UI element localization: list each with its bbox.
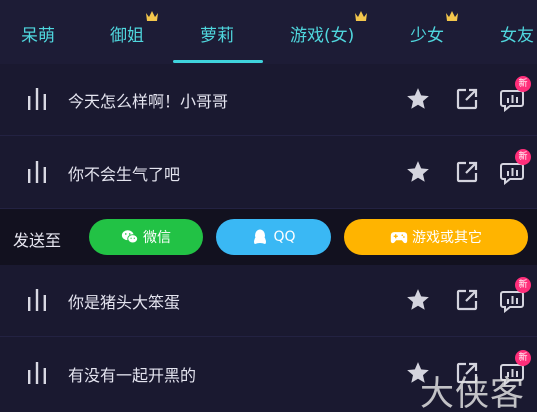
tab-nvyou[interactable]: 女友 [500,21,534,46]
new-badge: 新 [515,149,531,165]
tab-label: 呆萌 [21,26,55,46]
tab-youxi-nv[interactable]: 游戏(女) [290,11,367,46]
new-badge: 新 [515,277,531,293]
share-icon[interactable] [455,160,479,184]
wechat-icon [121,230,139,244]
tab-label: 游戏(女) [290,26,355,46]
send-qq-button[interactable]: QQ [216,219,331,255]
audio-bars-icon[interactable] [27,86,47,110]
send-game-button[interactable]: 游戏或其它 [344,219,528,255]
category-tabbar: 呆萌 御姐 萝莉 游戏(女) 少女 女友 [0,0,537,64]
watermark: 大侠客 [420,374,525,412]
crown-icon [355,11,367,21]
tab-label: 女友 [500,26,534,46]
audio-bars-icon[interactable] [27,360,47,384]
star-icon[interactable] [405,287,431,313]
star-icon[interactable] [405,86,431,112]
audio-bars-icon[interactable] [27,287,47,311]
tab-luoli[interactable]: 萝莉 [200,21,234,46]
send-game-label: 游戏或其它 [412,230,482,246]
voice-text: 你不会生气了吧 [68,165,181,184]
audio-bars-icon[interactable] [27,159,47,183]
active-tab-indicator [173,60,263,63]
new-badge: 新 [515,350,531,366]
send-wechat-label: 微信 [143,230,171,246]
tab-yujie[interactable]: 御姐 [110,11,158,46]
voice-text: 今天怎么样啊！小哥哥 [68,92,229,111]
tab-label: 少女 [410,26,444,46]
new-badge: 新 [515,76,531,92]
tab-daimeng[interactable]: 呆萌 [21,21,55,46]
list-item[interactable]: 你不会生气了吧 新 [0,137,537,209]
tab-shaonv[interactable]: 少女 [410,11,458,46]
tab-label: 御姐 [110,26,144,46]
qq-icon [254,229,267,244]
share-icon[interactable] [455,288,479,312]
send-to-bar: 发送至 微信 QQ 游戏或其它 [0,209,537,265]
crown-icon [146,11,158,21]
crown-icon [446,11,458,21]
send-qq-label: QQ [273,229,296,245]
voice-text: 有没有一起开黑的 [68,366,197,385]
list-item[interactable]: 你是猪头大笨蛋 新 [0,265,537,337]
share-icon[interactable] [455,87,479,111]
tab-label: 萝莉 [200,26,234,46]
gamepad-icon [390,232,408,244]
send-wechat-button[interactable]: 微信 [89,219,203,255]
list-item[interactable]: 今天怎么样啊！小哥哥 新 [0,64,537,136]
send-to-label: 发送至 [13,231,62,250]
star-icon[interactable] [405,159,431,185]
voice-text: 你是猪头大笨蛋 [68,293,181,312]
